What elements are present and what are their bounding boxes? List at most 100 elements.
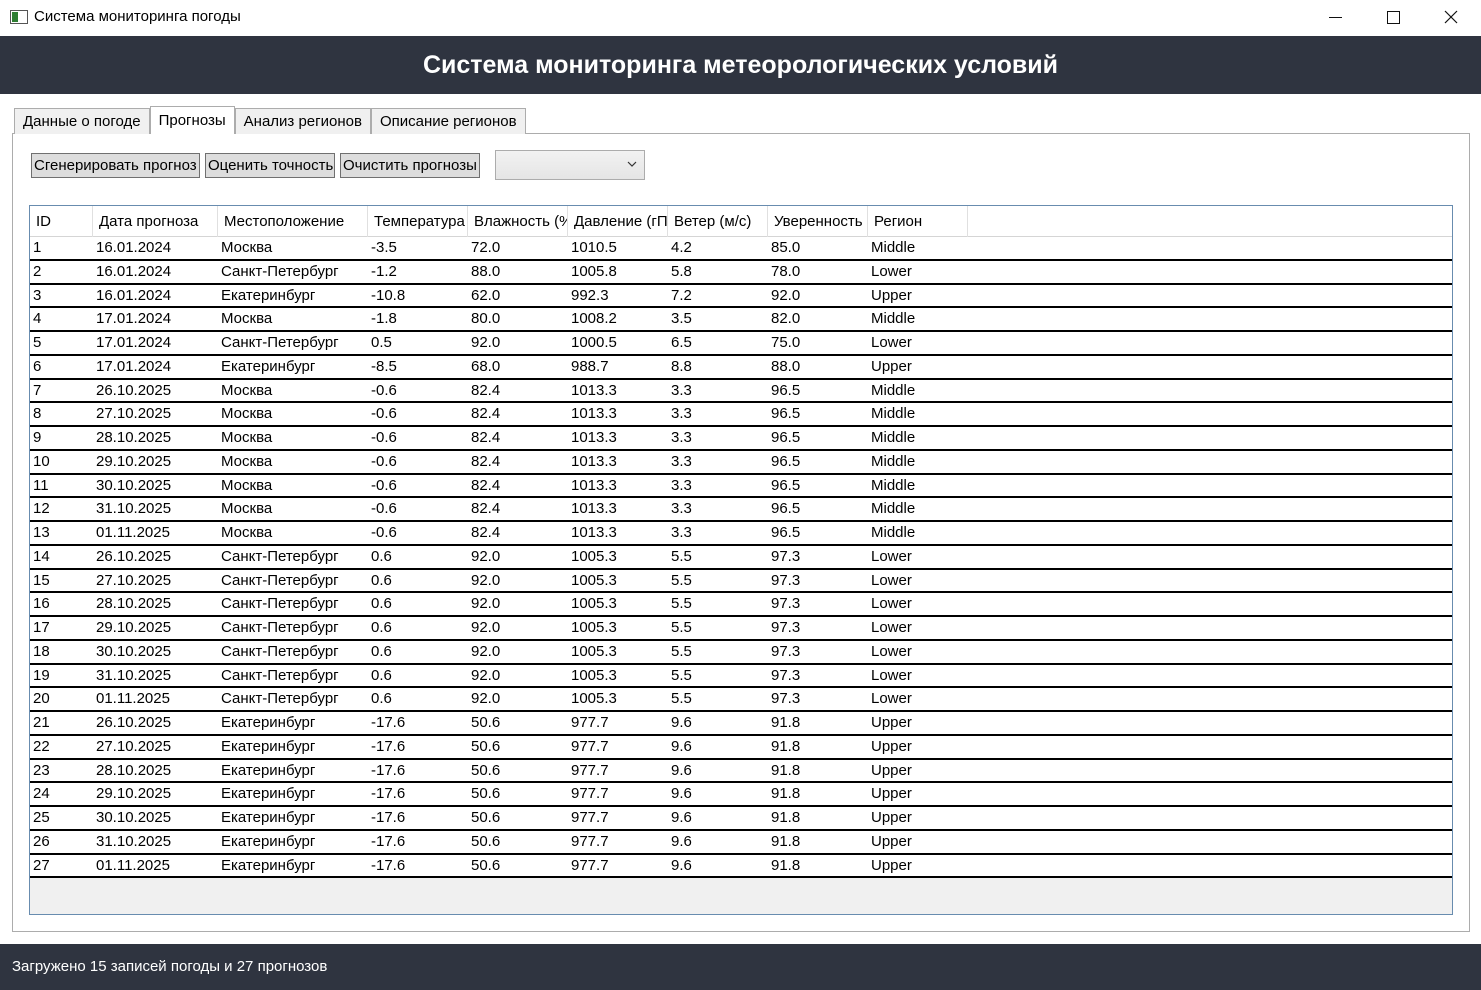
tab-weather-data[interactable]: Данные о погоде <box>14 108 150 134</box>
table-row[interactable]: 4 17.01.2024 Москва -1.8 80.0 1008.2 3.5 82.0 Mi… <box>30 308 1452 332</box>
confidence-cell: 91.8 <box>771 761 801 779</box>
temperature-cell: -1.8 <box>371 310 397 328</box>
table-row[interactable]: 15 27.10.2025 Санкт-Петербург 0.6 92.0 1005.3… <box>30 569 1452 594</box>
row-filler <box>968 736 1452 758</box>
wind-cell: 9.6 <box>671 832 692 850</box>
chevron-down-icon <box>627 161 637 167</box>
row-filler <box>968 712 1452 734</box>
table-row[interactable]: 5 17.01.2024 Санкт-Петербург 0.5 92.0 1000.5 6… <box>30 332 1452 356</box>
wind-cell: 9.6 <box>671 856 692 874</box>
column-id-header[interactable]: ID <box>30 206 93 237</box>
confidence-cell: 97.3 <box>771 690 801 708</box>
table-row[interactable]: 18 30.10.2025 Санкт-Петербург 0.6 92.0 1005.3… <box>30 640 1452 665</box>
region-cell: Middle <box>871 381 916 399</box>
generate-forecast-button[interactable]: Сгенерировать прогноз <box>31 153 200 178</box>
table-row[interactable]: 8 27.10.2025 Москва -0.6 82.4 1013.3 3.3 96.5 Mi… <box>30 403 1452 427</box>
confidence-cell: 91.8 <box>771 714 801 731</box>
column-region-header[interactable]: Регион <box>868 206 968 237</box>
table-row[interactable]: 7 26.10.2025 Москва -0.6 82.4 1013.3 3.3 96.5 Mi… <box>30 379 1452 404</box>
tab-strip: Данные о погоде Прогнозы Анализ регионов… <box>14 106 526 134</box>
tab-region-descriptions[interactable]: Описание регионов <box>370 108 526 134</box>
table-row[interactable]: 26 31.10.2025 Екатеринбург -17.6 50.6 977.7 9.… <box>30 830 1452 855</box>
wind-cell: 6.5 <box>671 334 692 351</box>
status-text: Загружено 15 записей погоды и 27 прогноз… <box>12 958 328 975</box>
table-row[interactable]: 27 01.11.2025 Екатеринбург -17.6 50.6 977.7 9.… <box>30 854 1452 879</box>
id-cell: 8 <box>33 405 42 423</box>
table-row[interactable]: 3 16.01.2024 Екатеринбург -10.8 62.0 992.3 7.2… <box>30 284 1452 309</box>
column-humidity-header[interactable]: Влажность (% <box>468 206 568 237</box>
pressure-cell: 977.7 <box>571 761 609 779</box>
wind-cell: 3.3 <box>671 500 692 518</box>
id-cell: 6 <box>33 357 42 375</box>
date-cell: 29.10.2025 <box>96 785 172 803</box>
table-row[interactable]: 14 26.10.2025 Санкт-Петербург 0.6 92.0 1005.3… <box>30 545 1452 570</box>
column-date-header[interactable]: Дата прогноза <box>93 206 218 237</box>
table-row[interactable]: 25 30.10.2025 Екатеринбург -17.6 50.6 977.7 9.… <box>30 807 1452 831</box>
id-cell: 13 <box>33 524 50 541</box>
maximize-button[interactable] <box>1364 0 1422 34</box>
column-pressure-header[interactable]: Давление (гП <box>568 206 668 237</box>
row-filler <box>968 570 1452 592</box>
humidity-cell: 80.0 <box>471 310 501 328</box>
clear-forecasts-button[interactable]: Очистить прогнозы <box>340 153 480 178</box>
temperature-cell: -0.6 <box>371 429 397 446</box>
table-row[interactable]: 17 29.10.2025 Санкт-Петербург 0.6 92.0 1005.3… <box>30 617 1452 641</box>
tab-forecasts[interactable]: Прогнозы <box>149 106 235 134</box>
date-cell: 27.10.2025 <box>96 737 172 755</box>
pressure-cell: 1000.5 <box>571 334 617 351</box>
column-location-header[interactable]: Местоположение <box>218 206 368 237</box>
wind-cell: 3.5 <box>671 310 692 328</box>
wind-cell: 9.6 <box>671 714 692 731</box>
location-cell: Москва <box>221 405 273 423</box>
row-filler <box>968 783 1452 805</box>
table-row[interactable]: 23 28.10.2025 Екатеринбург -17.6 50.6 977.7 9.… <box>30 759 1452 784</box>
region-cell: Middle <box>871 429 916 446</box>
row-filler <box>968 831 1452 853</box>
temperature-cell: 0.6 <box>371 571 392 589</box>
region-cell: Upper <box>871 856 912 874</box>
minimize-button[interactable] <box>1306 0 1364 34</box>
close-button[interactable] <box>1422 0 1480 34</box>
location-cell: Москва <box>221 429 273 446</box>
table-row[interactable]: 13 01.11.2025 Москва -0.6 82.4 1013.3 3.3 96.5 M… <box>30 522 1452 546</box>
confidence-cell: 91.8 <box>771 809 801 826</box>
confidence-cell: 96.5 <box>771 476 801 494</box>
temperature-cell: -0.6 <box>371 524 397 541</box>
table-row[interactable]: 10 29.10.2025 Москва -0.6 82.4 1013.3 3.3 96.5 M… <box>30 450 1452 475</box>
table-row[interactable]: 19 31.10.2025 Санкт-Петербург 0.6 92.0 1005.3… <box>30 664 1452 689</box>
column-wind-header[interactable]: Ветер (м/с) <box>668 206 768 237</box>
forecast-data-grid[interactable]: ID Дата прогноза Местоположение Температура… <box>29 205 1453 915</box>
wind-cell: 9.6 <box>671 761 692 779</box>
grid-body: 1 16.01.2024 Москва -3.5 72.0 1010.5 4.2 85.0 Mi… <box>30 237 1452 879</box>
temperature-cell: 0.6 <box>371 595 392 613</box>
region-cell: Middle <box>871 524 916 541</box>
table-row[interactable]: 24 29.10.2025 Екатеринбург -17.6 50.6 977.7 9.… <box>30 783 1452 807</box>
column-confidence-header[interactable]: Уверенность <box>768 206 868 237</box>
table-row[interactable]: 21 26.10.2025 Екатеринбург -17.6 50.6 977.7 9.… <box>30 712 1452 736</box>
id-cell: 24 <box>33 785 50 803</box>
grid-header: ID Дата прогноза Местоположение Температура… <box>30 206 1452 237</box>
location-cell: Екатеринбург <box>221 809 316 826</box>
column-temperature-header[interactable]: Температура <box>368 206 468 237</box>
table-row[interactable]: 2 16.01.2024 Санкт-Петербург -1.2 88.0 1005.8… <box>30 260 1452 285</box>
date-cell: 27.10.2025 <box>96 571 172 589</box>
pressure-cell: 1005.3 <box>571 595 617 613</box>
location-cell: Екатеринбург <box>221 286 316 304</box>
table-row[interactable]: 16 28.10.2025 Санкт-Петербург 0.6 92.0 1005.3… <box>30 593 1452 617</box>
table-row[interactable]: 9 28.10.2025 Москва -0.6 82.4 1013.3 3.3 96.5 Mi… <box>30 427 1452 451</box>
tab-region-analysis[interactable]: Анализ регионов <box>234 108 371 134</box>
table-row[interactable]: 1 16.01.2024 Москва -3.5 72.0 1010.5 4.2 85.0 Mi… <box>30 237 1452 261</box>
filter-combobox[interactable] <box>495 150 645 180</box>
humidity-cell: 92.0 <box>471 334 501 351</box>
table-row[interactable]: 11 30.10.2025 Москва -0.6 82.4 1013.3 3.3 96.5 M… <box>30 474 1452 499</box>
id-cell: 27 <box>33 856 50 874</box>
location-cell: Санкт-Петербург <box>221 666 339 684</box>
humidity-cell: 50.6 <box>471 785 501 803</box>
table-row[interactable]: 6 17.01.2024 Екатеринбург -8.5 68.0 988.7 8.8 8… <box>30 355 1452 380</box>
maximize-icon <box>1386 10 1400 24</box>
table-row[interactable]: 22 27.10.2025 Екатеринбург -17.6 50.6 977.7 9.… <box>30 735 1452 760</box>
table-row[interactable]: 20 01.11.2025 Санкт-Петербург 0.6 92.0 1005.3… <box>30 688 1452 712</box>
evaluate-accuracy-button[interactable]: Оценить точность <box>205 153 335 178</box>
table-row[interactable]: 12 31.10.2025 Москва -0.6 82.4 1013.3 3.3 96.5 M… <box>30 498 1452 522</box>
region-cell: Upper <box>871 714 912 731</box>
